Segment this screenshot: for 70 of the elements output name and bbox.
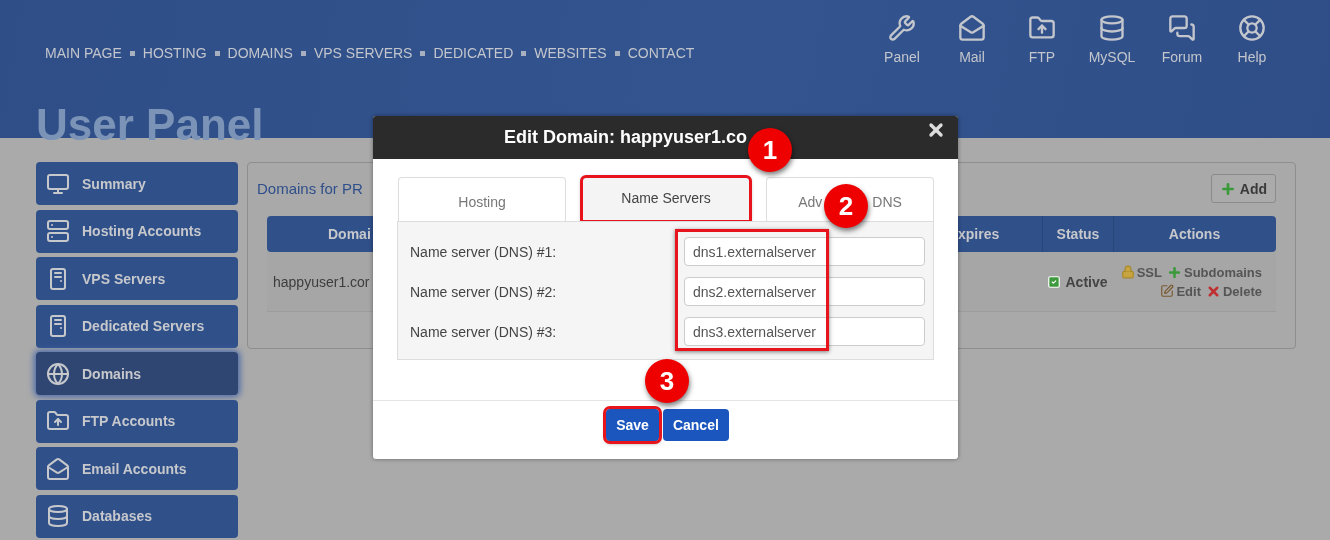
sidebar-item[interactable]: VPS Servers [36,257,238,300]
field-label: Name server (DNS) #3: [410,323,557,340]
globe-icon [46,361,70,386]
nav-link[interactable]: MAIN PAGE [45,45,122,61]
step-badge: 3 [645,359,689,403]
nav-link[interactable]: WEBSITES [534,45,607,61]
action-link[interactable]: SSL [1120,264,1162,280]
action-link[interactable]: Subdomains [1167,264,1262,280]
field-label: Name server (DNS) #1: [410,243,557,260]
mail-icon [46,456,70,481]
sidebar-item[interactable]: Hosting Accounts [36,209,238,253]
nav-link[interactable]: VPS SERVERS [313,45,413,61]
mail-icon [958,14,986,42]
separator-icon [129,50,135,56]
database-icon [46,504,70,528]
column-header: Domai [327,225,372,244]
shortcut-link[interactable]: Forum [1147,14,1217,65]
dialog-title: Edit Domain: happyuser1.co [503,127,747,148]
separator-icon [300,50,306,56]
panel-title: Domains for PR [257,180,363,197]
tab[interactable]: Hosting [398,177,566,221]
action-link[interactable]: Delete [1205,283,1262,299]
sidebar-item[interactable]: Summary [36,162,238,205]
nav-link[interactable]: HOSTING [142,45,207,61]
separator-icon [420,50,426,56]
sidebar-item[interactable]: FTP Accounts [36,399,238,443]
sidebar-item[interactable]: Email Accounts [36,447,238,490]
action-link[interactable]: Edit [1160,283,1201,299]
tab-label: Adv [798,193,823,210]
lifebuoy-icon [1238,14,1266,42]
page-title: User Panel [36,103,264,147]
folder-icon [46,409,70,433]
database-icon [1098,14,1126,42]
tab-label: DNS [872,193,902,210]
tools-icon [888,14,916,42]
input-field[interactable]: dns1.externalserver [684,237,925,266]
nav-link[interactable]: DEDICATED [433,45,514,61]
input-field[interactable]: dns2.externalserver [684,277,925,306]
field-label: Name server (DNS) #2: [410,283,557,300]
shortcut-link[interactable]: FTP [1007,14,1077,65]
nav-link[interactable]: CONTACT [627,45,695,61]
column-header: xpires [958,225,1001,244]
dialog-button[interactable]: Cancel [662,409,729,441]
server-icon [46,219,70,243]
close-button[interactable] [926,120,946,140]
nav-link[interactable]: DOMAINS [227,45,293,61]
plus-icon [1167,264,1182,280]
check-icon [1047,274,1062,289]
status-label: Active [1047,273,1108,290]
table-cell-text: happyuser1.cor [272,272,371,292]
chat-icon [1168,14,1196,42]
shortcut-link[interactable]: Help [1217,14,1287,65]
lock-icon [1120,265,1135,279]
separator-icon [214,50,220,56]
folder-icon [1028,14,1056,42]
add-button[interactable]: Add [1210,174,1276,203]
shortcut-link[interactable]: MySQL [1077,14,1147,65]
sidebar-item[interactable]: Databases [36,494,238,538]
dialog-button[interactable]: Save [606,409,659,441]
separator-icon [614,50,620,56]
tab[interactable]: Name Servers [582,177,750,221]
sidebar-item[interactable]: Domains [36,352,238,395]
separator-icon [521,50,527,56]
edit-icon [1160,284,1175,298]
input-field[interactable]: dns3.externalserver [684,317,925,346]
monitor-icon [46,171,70,196]
shortcut-link[interactable]: Panel [867,14,937,65]
sidebar-item[interactable]: Dedicated Servers [36,304,238,348]
shortcut-link[interactable]: Mail [937,14,1007,65]
plus-icon [1219,180,1236,197]
